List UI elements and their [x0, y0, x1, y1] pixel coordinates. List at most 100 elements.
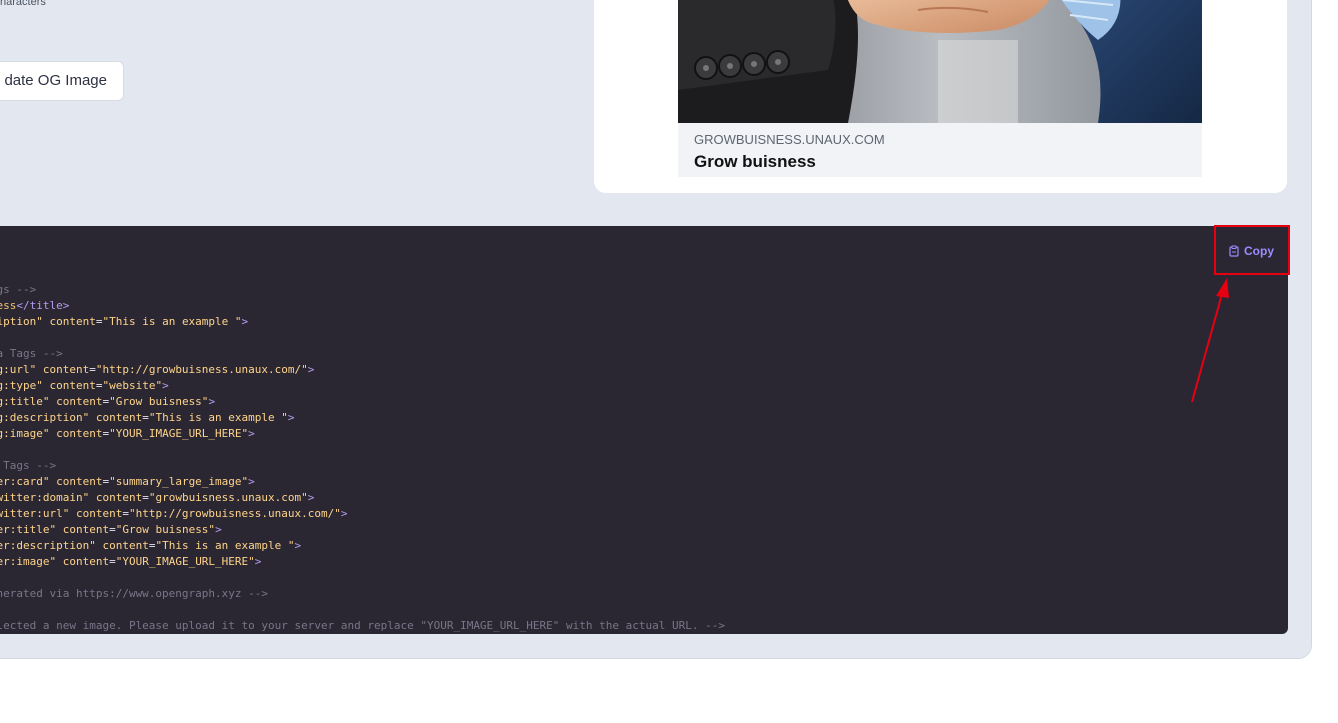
code-token: content [56, 475, 103, 488]
code-token: "og:description" [0, 411, 90, 424]
code-token: "og:type" [0, 379, 43, 392]
code-token: "This is an example " [102, 315, 242, 328]
code-token: "og:title" [0, 395, 50, 408]
code-token: = [122, 507, 129, 520]
code-token: u selected a new image. Please upload it… [0, 619, 725, 632]
code-token: "summary_large_image" [109, 475, 249, 488]
code-token: "Grow buisness" [109, 395, 209, 408]
code-token: "website" [102, 379, 163, 392]
code-line: witter:card" content="summary_large_imag… [0, 474, 725, 490]
code-line: y="og:title" content="Grow buisness"> [0, 394, 725, 410]
update-og-image-button[interactable]: date OG Image [0, 61, 124, 101]
code-token: content [49, 379, 96, 392]
code-line: y="og:image" content="YOUR_IMAGE_URL_HER… [0, 426, 725, 442]
code-token: Meta Tags --> [3, 459, 57, 472]
character-count-hint: haracters [0, 0, 46, 8]
code-token: content [75, 507, 123, 520]
code-token: uisness [0, 299, 17, 312]
code-token: "YOUR_IMAGE_URL_HERE" [109, 427, 249, 440]
code-line: Meta Tags --> [0, 346, 725, 362]
code-token: > [287, 411, 295, 424]
code-token: "YOUR_IMAGE_URL_HERE" [115, 555, 255, 568]
code-line: witter:title" content="Grow buisness"> [0, 522, 725, 538]
code-token: content [56, 427, 103, 440]
handshake-photo [678, 0, 1202, 123]
code-line: escription" content="This is an example … [0, 314, 725, 330]
code-token: " [36, 315, 43, 328]
code-token: </title> [16, 299, 70, 312]
og-preview-title: Grow buisness [694, 152, 816, 171]
code-token: content [62, 555, 110, 568]
code-token: "http://growbuisness.unaux.com/" [95, 363, 308, 376]
code-token: "Grow buisness" [115, 523, 216, 536]
code-token: content [42, 363, 90, 376]
code-token: > [307, 363, 315, 376]
code-line: Meta Tags --> [0, 458, 725, 474]
og-preview-meta: GROWBUISNESS.UNAUX.COM Grow buisness [678, 123, 1202, 177]
og-preview-card: GROWBUISNESS.UNAUX.COM Grow buisness [594, 0, 1287, 193]
code-token: > [248, 475, 255, 488]
code-token: > [162, 379, 169, 392]
code-line: uisness</title> [0, 298, 725, 314]
code-line: s Generated via https://www.opengraph.xy… [0, 586, 725, 602]
code-token: > [248, 427, 255, 440]
annotation-highlight-box [1214, 225, 1290, 275]
code-token: content [49, 315, 96, 328]
code-token: content [95, 491, 143, 504]
code-line: y="twitter:url" content="http://growbuis… [0, 506, 725, 522]
code-token: "growbuisness.unaux.com" [148, 491, 308, 504]
code-token: content [95, 411, 143, 424]
code-line: u selected a new image. Please upload it… [0, 618, 725, 634]
code-token: content [56, 395, 103, 408]
code-token: > [294, 539, 302, 552]
code-line: a Tags --> [0, 282, 725, 298]
code-lines: a Tags -->uisness</title>escription" con… [0, 266, 725, 634]
code-line: y="twitter:domain" content="growbuisness… [0, 490, 725, 506]
og-preview-image [678, 0, 1202, 123]
code-token: > [254, 555, 262, 568]
code-token: = [142, 411, 149, 424]
code-line: witter:description" content="This is an … [0, 538, 725, 554]
code-line: y="og:type" content="website"> [0, 378, 725, 394]
code-token: "http://growbuisness.unaux.com/" [128, 507, 341, 520]
code-token: s Generated via https://www.opengraph.xy… [0, 587, 269, 600]
code-token: Meta Tags --> [0, 347, 63, 360]
code-token: > [215, 523, 222, 536]
code-token: "og:image" [0, 427, 50, 440]
code-token: "og:url" [0, 363, 37, 376]
code-token: > [208, 395, 216, 408]
code-token: witter:card [0, 475, 43, 488]
code-token: > [307, 491, 315, 504]
code-token: = [89, 363, 96, 376]
meta-tags-code-block[interactable]: a Tags -->uisness</title>escription" con… [0, 226, 1288, 634]
code-token: > [241, 315, 249, 328]
code-token: " [89, 539, 96, 552]
code-token: > [340, 507, 348, 520]
code-token: content [102, 539, 149, 552]
code-line: y="og:description" content="This is an e… [0, 410, 725, 426]
code-token: = [142, 491, 149, 504]
code-token: = [109, 555, 116, 568]
code-token: = [109, 523, 116, 536]
code-token: witter:title [0, 523, 50, 536]
code-token: "twitter:domain" [0, 491, 90, 504]
code-token: escription [0, 315, 37, 328]
code-line: y="og:url" content="http://growbuisness.… [0, 362, 725, 378]
code-token: "This is an example " [155, 539, 295, 552]
code-token: witter:description [0, 539, 90, 552]
code-line: witter:image" content="YOUR_IMAGE_URL_HE… [0, 554, 725, 570]
code-token: "twitter:url" [0, 507, 70, 520]
code-token: content [62, 523, 110, 536]
code-token: "This is an example " [148, 411, 288, 424]
